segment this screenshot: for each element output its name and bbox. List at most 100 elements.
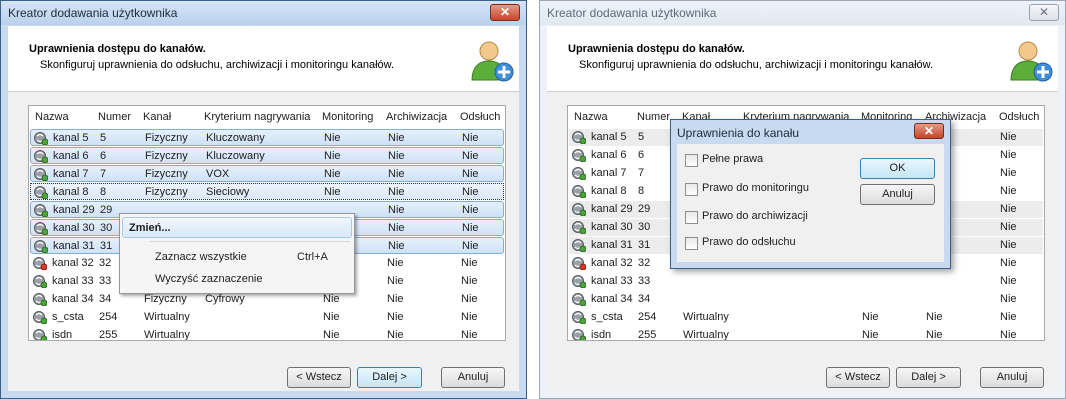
- cell-monitoring: Nie: [323, 293, 340, 305]
- cell-listen: Nie: [462, 150, 479, 162]
- cell-archive: Nie: [388, 132, 405, 144]
- table-row[interactable]: s_csta 254 Wirtualny Nie Nie Nie: [30, 309, 504, 326]
- dialog-cancel-button[interactable]: Anuluj: [860, 184, 935, 205]
- cell-number: 8: [100, 186, 107, 198]
- dialog-close-button[interactable]: ✕: [914, 123, 944, 139]
- cell-archive: Nie: [926, 311, 943, 323]
- channel-icon: [34, 132, 48, 145]
- header-subtitle: Skonfiguruj uprawnienia do odsłuchu, arc…: [579, 59, 934, 71]
- channel-blocked-icon: [33, 257, 47, 270]
- channel-icon: [572, 311, 586, 324]
- cell-monitoring: Nie: [323, 329, 340, 341]
- checkbox-box[interactable]: [685, 183, 698, 196]
- cell-number: 254: [638, 311, 657, 323]
- cell-number: 32: [99, 257, 112, 269]
- next-button[interactable]: Dalej >: [357, 367, 422, 388]
- cell-number: 33: [638, 275, 651, 287]
- window-title: Kreator dodawania użytkownika: [547, 6, 717, 20]
- cell-listen: Nie: [462, 168, 479, 180]
- cell-criterion: Sieciowy: [206, 186, 250, 198]
- table-row[interactable]: kanal 5 5 Fizyczny Kluczowany Nie Nie Nie: [30, 129, 504, 146]
- checkbox-label: Prawo do monitoringu: [702, 182, 810, 194]
- column-header-name[interactable]: Nazwa: [574, 111, 608, 123]
- wizard-window-left: Kreator dodawania użytkownika ✕ Uprawnie…: [0, 0, 527, 399]
- column-header-number[interactable]: Numer: [637, 111, 670, 123]
- column-header-listen[interactable]: Odsłuch: [460, 111, 500, 123]
- cell-number: 34: [99, 293, 112, 305]
- checkbox-box[interactable]: [685, 237, 698, 250]
- column-header: Nazwa Numer Kanał Kryterium nagrywania M…: [29, 106, 505, 128]
- menu-item-select-all[interactable]: Zaznacz wszystkie Ctrl+A: [122, 247, 352, 268]
- add-user-icon: [1010, 41, 1053, 82]
- column-header-channel[interactable]: Kanał: [143, 111, 171, 123]
- table-row[interactable]: kanal 8 8 Fizyczny Sieciowy Nie Nie Nie: [30, 183, 504, 200]
- cell-criterion: Cyfrowy: [205, 293, 245, 305]
- title-bar: Kreator dodawania użytkownika ✕: [540, 1, 1065, 25]
- channel-icon: [34, 240, 48, 253]
- table-row[interactable]: kanal 6 6 Fizyczny Kluczowany Nie Nie Nie: [30, 147, 504, 164]
- cell-channel: Wirtualny: [144, 311, 190, 323]
- channel-icon: [572, 203, 586, 216]
- cell-channel: Fizyczny: [144, 293, 187, 305]
- header-subtitle: Skonfiguruj uprawnienia do odsłuchu, arc…: [40, 59, 395, 71]
- column-header-criterion[interactable]: Kryterium nagrywania: [204, 111, 310, 123]
- checkbox-label: Prawo do odsłuchu: [702, 236, 796, 248]
- cell-listen: Nie: [1000, 203, 1017, 215]
- cell-name: kanal 33: [52, 275, 94, 287]
- checkbox-box[interactable]: [685, 154, 698, 167]
- cell-name: kanal 31: [53, 240, 95, 252]
- cell-monitoring: Nie: [862, 329, 879, 341]
- cell-name: kanal 30: [591, 221, 633, 233]
- column-header-name[interactable]: Nazwa: [35, 111, 69, 123]
- table-row[interactable]: kanal 34 34 Nie: [569, 291, 1043, 308]
- channel-icon: [33, 329, 47, 340]
- cell-number: 7: [100, 168, 107, 180]
- cell-listen: Nie: [1000, 221, 1017, 233]
- column-header-listen[interactable]: Odsłuch: [999, 111, 1039, 123]
- back-button[interactable]: < Wstecz: [287, 367, 351, 388]
- cancel-button[interactable]: Anuluj: [441, 367, 505, 388]
- cell-listen: Nie: [461, 293, 478, 305]
- cell-number: 255: [638, 329, 657, 341]
- channel-icon: [572, 329, 586, 340]
- next-button[interactable]: Dalej >: [896, 367, 961, 388]
- menu-item-change[interactable]: Zmień...: [122, 217, 352, 238]
- close-button[interactable]: ✕: [1029, 4, 1059, 21]
- cell-listen: Nie: [461, 311, 478, 323]
- cell-channel: Fizyczny: [145, 150, 188, 162]
- cell-monitoring: Nie: [324, 150, 341, 162]
- column-header-archive[interactable]: Archiwizacja: [386, 111, 447, 123]
- close-button[interactable]: ✕: [490, 4, 520, 21]
- cell-criterion: Kluczowany: [206, 150, 265, 162]
- header-title: Uprawnienia dostępu do kanałów.: [568, 43, 745, 55]
- cell-listen: Nie: [462, 186, 479, 198]
- column-header-number[interactable]: Numer: [98, 111, 131, 123]
- checkbox-label: Prawo do archiwizacji: [702, 210, 808, 222]
- cell-name: kanal 32: [52, 257, 94, 269]
- table-row[interactable]: kanal 33 33 Nie: [569, 273, 1043, 290]
- table-row[interactable]: kanal 7 7 Fizyczny VOX Nie Nie Nie: [30, 165, 504, 182]
- checkbox-box[interactable]: [685, 211, 698, 224]
- table-row[interactable]: s_csta 254 Wirtualny Nie Nie Nie: [569, 309, 1043, 326]
- cancel-button[interactable]: Anuluj: [980, 367, 1044, 388]
- cell-listen: Nie: [1000, 131, 1017, 143]
- table-row[interactable]: isdn 255 Wirtualny Nie Nie Nie: [30, 327, 504, 341]
- channel-icon: [572, 221, 586, 234]
- cell-listen: Nie: [461, 257, 478, 269]
- menu-item-clear-selection[interactable]: Wyczyść zaznaczenie: [122, 269, 352, 290]
- cell-number: 6: [638, 149, 645, 161]
- cell-name: kanal 29: [53, 204, 95, 216]
- cell-channel: Fizyczny: [145, 168, 188, 180]
- wizard-header: Uprawnienia dostępu do kanałów. Skonfigu…: [547, 26, 1058, 92]
- cell-name: kanal 5: [591, 131, 627, 143]
- table-row[interactable]: isdn 255 Wirtualny Nie Nie Nie: [569, 327, 1043, 341]
- cell-name: kanal 29: [591, 203, 633, 215]
- channel-icon: [572, 131, 586, 144]
- dialog-ok-button[interactable]: OK: [860, 158, 935, 179]
- cell-archive: Nie: [387, 293, 404, 305]
- cell-name: kanal 5: [53, 132, 89, 144]
- column-header-monitoring[interactable]: Monitoring: [322, 111, 373, 123]
- back-button[interactable]: < Wstecz: [826, 367, 890, 388]
- channel-icon: [34, 222, 48, 235]
- cell-name: kanal 34: [591, 293, 633, 305]
